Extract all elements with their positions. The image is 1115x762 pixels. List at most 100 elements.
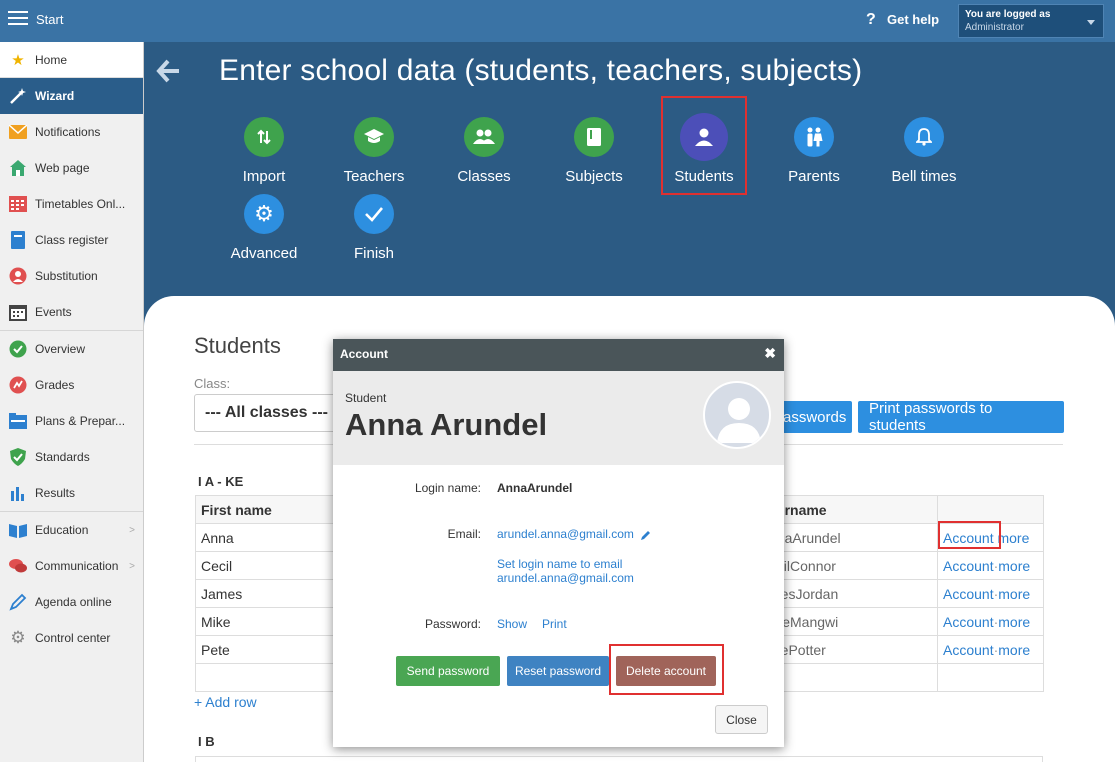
cell-actions: Account·more bbox=[937, 551, 1044, 580]
more-link[interactable]: more bbox=[998, 614, 1030, 630]
delete-account-highlight bbox=[609, 644, 724, 695]
graduation-cap-icon bbox=[354, 117, 394, 157]
email-value[interactable]: arundel.anna@gmail.com bbox=[497, 527, 652, 541]
email-text: arundel.anna@gmail.com bbox=[497, 527, 634, 541]
user-dropdown[interactable]: You are logged as Administrator bbox=[958, 4, 1104, 38]
account-link[interactable]: Account bbox=[943, 642, 994, 658]
back-arrow-icon[interactable] bbox=[156, 58, 182, 84]
logged-as-label: You are logged as bbox=[965, 9, 1051, 20]
more-link[interactable]: more bbox=[997, 530, 1029, 546]
parents-icon bbox=[794, 117, 834, 157]
bar-chart-icon bbox=[8, 483, 28, 503]
print-passwords-button[interactable]: Print passwords to students bbox=[858, 400, 1064, 434]
wizard-step-finish[interactable]: Finish bbox=[319, 194, 429, 262]
magic-wand-icon bbox=[8, 86, 28, 106]
wizard-step-subjects[interactable]: Subjects bbox=[539, 117, 649, 185]
sidebar-item-label: Standards bbox=[35, 450, 90, 464]
class-select[interactable]: --- All classes --- bbox=[194, 394, 344, 432]
col-username: sername bbox=[765, 495, 938, 524]
group-heading-ib: I B bbox=[198, 734, 215, 749]
wizard-step-advanced[interactable]: ⚙ Advanced bbox=[209, 194, 319, 262]
send-password-button[interactable]: Send password bbox=[396, 656, 500, 686]
start-label[interactable]: Start bbox=[36, 12, 63, 27]
class-label: Class: bbox=[194, 376, 231, 391]
cell-username: nnaArundel bbox=[765, 523, 938, 552]
password-label: Password: bbox=[424, 617, 481, 631]
cell-empty bbox=[195, 663, 334, 692]
sidebar-item-timetables[interactable]: Timetables Onl... bbox=[0, 186, 143, 222]
student-name: Anna Arundel bbox=[345, 407, 548, 442]
col-actions bbox=[937, 495, 1044, 524]
account-link[interactable]: Account bbox=[943, 586, 994, 602]
wizard-step-label: Teachers bbox=[343, 168, 405, 185]
wizard-step-label: Advanced bbox=[230, 245, 298, 262]
sidebar-item-overview[interactable]: Overview bbox=[0, 331, 143, 367]
email-label: Email: bbox=[447, 527, 481, 541]
wizard-step-label: Import bbox=[242, 168, 286, 185]
more-link[interactable]: more bbox=[998, 558, 1030, 574]
sidebar-item-label: Communication bbox=[35, 559, 119, 573]
sidebar-item-label: Results bbox=[35, 486, 76, 500]
sidebar-item-results[interactable]: Results bbox=[0, 475, 143, 511]
close-icon[interactable]: ✖ bbox=[764, 345, 776, 362]
sidebar-item-label: Web page bbox=[35, 161, 90, 175]
set-login-to-email-link[interactable]: Set login name to email arundel.anna@gmai… bbox=[497, 557, 634, 585]
sidebar-item-education[interactable]: Education > bbox=[0, 512, 143, 548]
sidebar-item-class-register[interactable]: Class register bbox=[0, 222, 143, 258]
role-label: Student bbox=[345, 391, 387, 405]
print-passwords-label: Print passwords to students bbox=[869, 400, 993, 434]
question-icon: ? bbox=[866, 11, 876, 28]
wizard-step-label: Bell times bbox=[891, 168, 957, 185]
wizard-step-bell-times[interactable]: Bell times bbox=[869, 117, 979, 185]
sidebar: ★ Home Wizard Notifications Web page Time… bbox=[0, 42, 144, 762]
cell-actions: Account·more bbox=[937, 579, 1044, 608]
sidebar-item-label: Education bbox=[35, 523, 89, 537]
sidebar-item-standards[interactable]: Standards bbox=[0, 439, 143, 475]
cell-username: ecilConnor bbox=[765, 551, 938, 580]
edit-pencil-icon[interactable] bbox=[640, 529, 652, 541]
sidebar-item-label: Class register bbox=[35, 233, 109, 247]
add-row-link[interactable]: + Add row bbox=[194, 694, 257, 710]
show-password-link[interactable]: Show bbox=[497, 617, 527, 631]
calendar-grid-icon bbox=[8, 194, 28, 214]
cell-first-name: Cecil bbox=[195, 551, 334, 580]
students-step-highlight bbox=[661, 96, 747, 195]
sidebar-item-events[interactable]: Events bbox=[0, 294, 143, 330]
more-link[interactable]: more bbox=[998, 642, 1030, 658]
wizard-step-teachers[interactable]: Teachers bbox=[319, 117, 429, 185]
cell-first-name: Mike bbox=[195, 607, 334, 636]
dialog-title: Account bbox=[340, 347, 388, 361]
more-link[interactable]: more bbox=[998, 586, 1030, 602]
sidebar-item-agenda[interactable]: Agenda online bbox=[0, 584, 143, 620]
passwords-button-label: asswords bbox=[783, 408, 847, 426]
sidebar-item-control-center[interactable]: ⚙ Control center bbox=[0, 620, 143, 656]
sidebar-item-notifications[interactable]: Notifications bbox=[0, 114, 143, 150]
sidebar-item-substitution[interactable]: Substitution bbox=[0, 258, 143, 294]
wizard-step-import[interactable]: Import bbox=[209, 117, 319, 185]
account-link[interactable]: Account bbox=[943, 558, 994, 574]
sidebar-item-label: Notifications bbox=[35, 125, 101, 139]
close-button[interactable]: Close bbox=[715, 705, 768, 734]
sidebar-item-home[interactable]: ★ Home bbox=[0, 42, 143, 78]
import-arrows-icon bbox=[244, 117, 284, 157]
account-link[interactable]: Account bbox=[943, 614, 994, 630]
account-link-highlight bbox=[938, 521, 1001, 549]
wizard-step-parents[interactable]: Parents bbox=[759, 117, 869, 185]
sidebar-item-label: Substitution bbox=[35, 269, 98, 283]
sidebar-item-communication[interactable]: Communication > bbox=[0, 548, 143, 584]
wizard-step-classes[interactable]: Classes bbox=[429, 117, 539, 185]
reset-password-button[interactable]: Reset password bbox=[507, 656, 609, 686]
passwords-button[interactable]: asswords bbox=[772, 401, 852, 433]
sidebar-item-grades[interactable]: Grades bbox=[0, 367, 143, 403]
print-password-link[interactable]: Print bbox=[542, 617, 567, 631]
sidebar-item-wizard[interactable]: Wizard bbox=[0, 78, 143, 114]
hamburger-menu-icon[interactable] bbox=[8, 11, 28, 29]
set-login-line-1: Set login name to email bbox=[497, 557, 623, 571]
cell-first-name: Anna bbox=[195, 523, 334, 552]
checkmark-icon bbox=[354, 194, 394, 234]
sidebar-item-web-page[interactable]: Web page bbox=[0, 150, 143, 186]
envelope-icon bbox=[8, 122, 28, 142]
get-help-link[interactable]: ? Get help bbox=[866, 11, 939, 29]
wizard-step-label: Classes bbox=[457, 168, 511, 185]
sidebar-item-plans[interactable]: Plans & Prepar... bbox=[0, 403, 143, 439]
